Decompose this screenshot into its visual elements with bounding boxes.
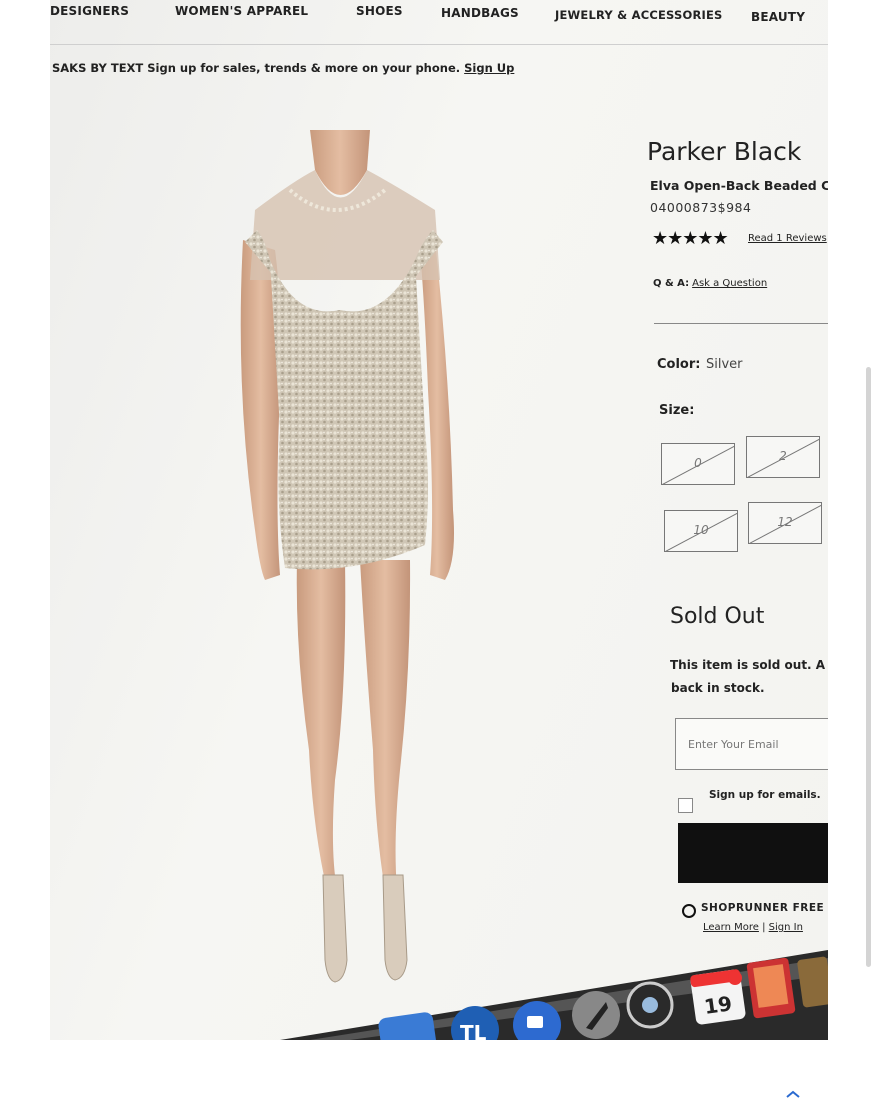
size-value: 12: [777, 515, 793, 529]
size-option-12[interactable]: 12: [748, 502, 822, 544]
nav-item-handbags[interactable]: HANDBAGS: [441, 6, 519, 20]
link-separator: |: [758, 922, 769, 933]
shoprunner-logo-icon: [682, 904, 696, 918]
product-name: Elva Open-Back Beaded C: [650, 178, 828, 193]
promo-signup-link[interactable]: Sign Up: [464, 61, 514, 75]
size-value: 0: [694, 456, 702, 470]
size-option-10[interactable]: 10: [664, 510, 738, 552]
product-brand: Parker Black: [647, 137, 802, 166]
info-divider: [654, 323, 828, 324]
svg-text:TL: TL: [460, 1021, 487, 1040]
nav-item-designers[interactable]: DESIGNERS: [50, 4, 129, 18]
monitor-screen: DESIGNERS WOMEN'S APPAREL SHOES HANDBAGS…: [50, 0, 828, 1040]
email-signup-checkbox[interactable]: [678, 798, 693, 813]
dock-icon-finder[interactable]: [377, 1011, 437, 1040]
chevron-up-icon: [786, 1090, 800, 1098]
size-label: Size:: [659, 403, 695, 418]
dock-icon-photo-booth[interactable]: [746, 957, 796, 1019]
saks-by-text-promo: SAKS BY TEXT Sign up for sales, trends &…: [52, 61, 514, 75]
email-field[interactable]: [675, 718, 828, 770]
dock-icon-launchpad[interactable]: [572, 991, 620, 1039]
shoprunner-label: SHOPRUNNER FREE: [701, 902, 825, 914]
product-sku: 04000873$984: [650, 200, 752, 215]
promo-text: SAKS BY TEXT Sign up for sales, trends &…: [52, 61, 461, 75]
size-option-0[interactable]: 0: [661, 443, 735, 485]
shoprunner-sign-in-link[interactable]: Sign In: [769, 922, 803, 933]
dock-icon-quicktime[interactable]: [626, 981, 674, 1029]
product-image[interactable]: [235, 130, 475, 1000]
nav-item-womens-apparel[interactable]: WOMEN'S APPAREL: [175, 4, 308, 18]
nav-divider: [50, 44, 828, 45]
qa-row: Q & A: Ask a Question: [653, 278, 767, 289]
shoprunner-links: Learn More | Sign In: [703, 922, 803, 933]
nav-item-shoes[interactable]: SHOES: [356, 4, 403, 18]
sold-out-message-cont: back in stock.: [671, 681, 765, 695]
color-label: Color:: [657, 357, 701, 372]
rating-stars: ★★★★★: [652, 228, 729, 249]
email-signup-label: Sign up for emails.: [709, 789, 821, 801]
sold-out-heading: Sold Out: [670, 604, 765, 629]
nav-item-jewelry-accessories[interactable]: JEWELRY & ACCESSORIES: [555, 8, 723, 22]
size-value: 10: [693, 523, 709, 537]
top-nav: DESIGNERS WOMEN'S APPAREL SHOES HANDBAGS…: [50, 0, 828, 42]
read-reviews-link[interactable]: Read 1 Reviews: [748, 233, 827, 244]
size-option-2[interactable]: 2: [746, 436, 820, 478]
qa-label: Q & A:: [653, 278, 690, 289]
learn-more-link[interactable]: Learn More: [703, 922, 759, 933]
dock-icon-calendar[interactable]: 19: [690, 969, 746, 1025]
calendar-day: 19: [703, 991, 734, 1019]
ask-question-link[interactable]: Ask a Question: [692, 278, 767, 289]
color-value: Silver: [706, 357, 743, 372]
size-value: 2: [779, 449, 787, 463]
page-scrollbar[interactable]: [866, 367, 871, 967]
notify-submit-button[interactable]: [678, 823, 828, 883]
sold-out-message: This item is sold out. A: [670, 658, 826, 672]
nav-item-beauty[interactable]: BEAUTY: [751, 10, 805, 24]
